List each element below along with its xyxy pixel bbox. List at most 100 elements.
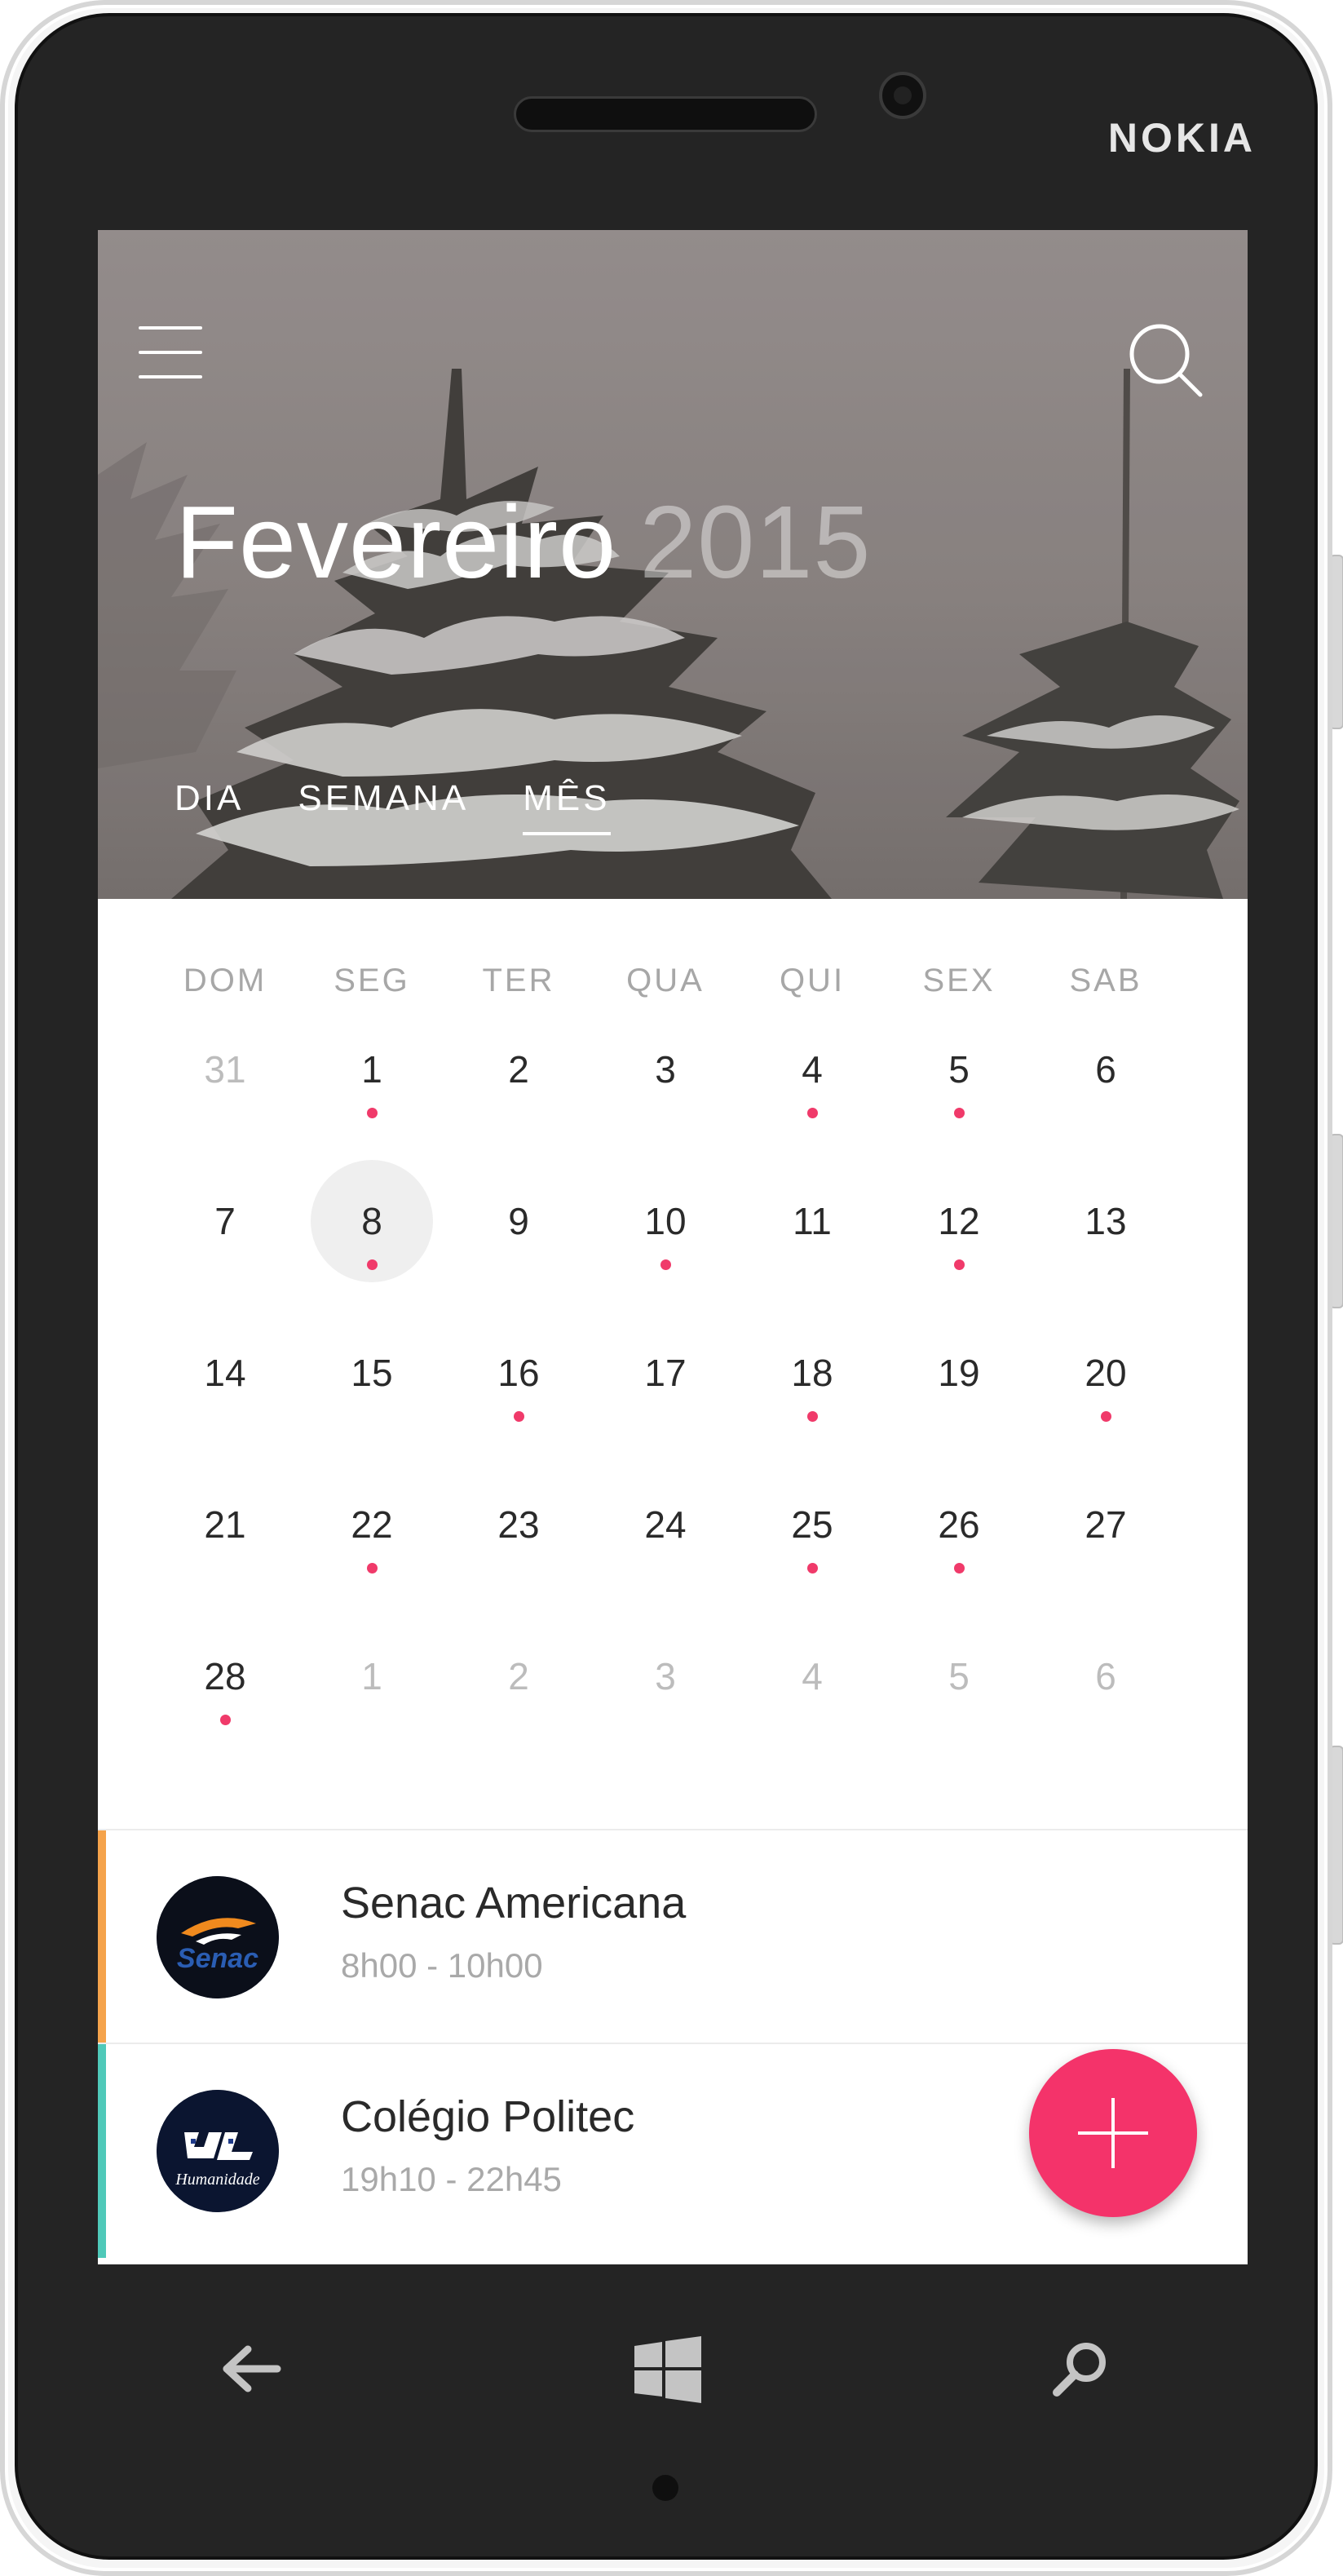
event-logo: Senac [157, 1876, 279, 1998]
plus-icon [1078, 2098, 1148, 2168]
day-number: 9 [508, 1200, 529, 1242]
calendar-day[interactable]: 1 [311, 1615, 433, 1737]
event-color-bar [98, 1830, 106, 2044]
calendar-day[interactable]: 23 [457, 1463, 580, 1586]
event-color-bar [98, 2044, 106, 2258]
day-number: 28 [204, 1655, 246, 1697]
day-number: 27 [1085, 1503, 1127, 1546]
event-indicator-dot [954, 1108, 965, 1118]
month-label: Fevereiro [175, 485, 617, 600]
logo-wordmark: Humanidade [175, 2171, 259, 2189]
event-time: 19h10 - 22h45 [341, 2160, 562, 2198]
day-number: 3 [655, 1048, 676, 1091]
earpiece-speaker [514, 96, 817, 132]
search-icon [1129, 324, 1203, 397]
calendar-day[interactable]: 21 [164, 1463, 286, 1586]
tab-week[interactable]: SEMANA [298, 778, 469, 835]
calendar-day[interactable]: 28 [164, 1615, 286, 1737]
day-number: 4 [802, 1655, 823, 1697]
calendar-day[interactable]: 16 [457, 1312, 580, 1434]
event-indicator-dot [367, 1259, 378, 1270]
calendar-day[interactable]: 26 [898, 1463, 1020, 1586]
calendar-day[interactable]: 12 [898, 1160, 1020, 1282]
app-screen: Fevereiro 2015 DIA SEMANA MÊS DOM SEG TER QU… [98, 230, 1248, 2264]
day-number: 5 [948, 1048, 970, 1091]
calendar-day[interactable]: 2 [457, 1615, 580, 1737]
calendar-day[interactable]: 15 [311, 1312, 433, 1434]
calendar-day[interactable]: 5 [898, 1008, 1020, 1131]
calendar-day[interactable]: 18 [751, 1312, 873, 1434]
event-title: Senac Americana [341, 1879, 687, 1928]
weekday-label: DOM [183, 963, 267, 998]
weekday-label: SEX [922, 963, 996, 998]
calendar-day[interactable]: 25 [751, 1463, 873, 1586]
day-number: 5 [948, 1655, 970, 1697]
search-button[interactable] [1127, 321, 1205, 400]
add-event-button[interactable] [1029, 2049, 1197, 2217]
calendar-day[interactable]: 4 [751, 1615, 873, 1737]
weekday-label: TER [482, 963, 555, 998]
event-indicator-dot [954, 1563, 965, 1573]
calendar-day[interactable]: 10 [604, 1160, 727, 1282]
event-title: Colégio Politec [341, 2092, 635, 2141]
day-number: 17 [644, 1352, 687, 1394]
tab-day[interactable]: DIA [175, 778, 244, 835]
calendar-day[interactable]: 31 [164, 1008, 286, 1131]
day-number: 2 [508, 1655, 529, 1697]
weekday-label: SEG [334, 963, 410, 998]
day-number: 13 [1085, 1200, 1127, 1242]
event-indicator-dot [954, 1259, 965, 1270]
event-indicator-dot [807, 1411, 818, 1422]
weekday-header: DOM SEG TER QUA QUI SEX SAB [98, 963, 1248, 1011]
event-indicator-dot [1101, 1411, 1111, 1422]
calendar-day[interactable]: 2 [457, 1008, 580, 1131]
weekday-label: QUA [626, 963, 705, 998]
calendar-day[interactable]: 20 [1045, 1312, 1167, 1434]
start-button[interactable] [634, 2336, 701, 2403]
phone-search-button[interactable] [1050, 2341, 1107, 2398]
day-number: 20 [1085, 1352, 1127, 1394]
day-number: 25 [791, 1503, 833, 1546]
calendar-day[interactable]: 5 [898, 1615, 1020, 1737]
day-number: 6 [1095, 1048, 1116, 1091]
event-indicator-dot [367, 1108, 378, 1118]
weekday-label: QUI [779, 963, 846, 998]
menu-button[interactable] [139, 326, 204, 383]
day-number: 3 [655, 1655, 676, 1697]
calendar-day[interactable]: 14 [164, 1312, 286, 1434]
event-item-senac[interactable]: Senac Senac Americana 8h00 - 10h00 [98, 1830, 1248, 2044]
tab-month[interactable]: MÊS [523, 778, 611, 835]
calendar-day[interactable]: 4 [751, 1008, 873, 1131]
day-number: 10 [644, 1200, 687, 1242]
day-number: 26 [938, 1503, 980, 1546]
calendar-day[interactable]: 11 [751, 1160, 873, 1282]
calendar-day[interactable]: 7 [164, 1160, 286, 1282]
search-icon [1053, 2343, 1106, 2397]
event-indicator-dot [807, 1108, 818, 1118]
event-indicator-dot [660, 1259, 671, 1270]
calendar-day[interactable]: 1 [311, 1008, 433, 1131]
event-indicator-dot [514, 1411, 524, 1422]
year-label: 2015 [639, 485, 872, 600]
front-camera [879, 72, 926, 119]
calendar-day[interactable]: 6 [1045, 1615, 1167, 1737]
calendar-day[interactable]: 9 [457, 1160, 580, 1282]
day-number: 1 [361, 1655, 382, 1697]
calendar-day[interactable]: 27 [1045, 1463, 1167, 1586]
day-number: 31 [204, 1048, 246, 1091]
day-number: 22 [351, 1503, 393, 1546]
calendar-day[interactable]: 17 [604, 1312, 727, 1434]
back-button[interactable] [220, 2344, 284, 2393]
weekday-label: SAB [1069, 963, 1142, 998]
day-number: 2 [508, 1048, 529, 1091]
day-number: 15 [351, 1352, 393, 1394]
calendar-day[interactable]: 22 [311, 1463, 433, 1586]
calendar-day-selected[interactable]: 8 [311, 1160, 433, 1282]
calendar-day[interactable]: 3 [604, 1008, 727, 1131]
calendar-day[interactable]: 3 [604, 1615, 727, 1737]
day-number: 7 [214, 1200, 236, 1242]
calendar-day[interactable]: 24 [604, 1463, 727, 1586]
calendar-day[interactable]: 6 [1045, 1008, 1167, 1131]
calendar-day[interactable]: 19 [898, 1312, 1020, 1434]
calendar-day[interactable]: 13 [1045, 1160, 1167, 1282]
